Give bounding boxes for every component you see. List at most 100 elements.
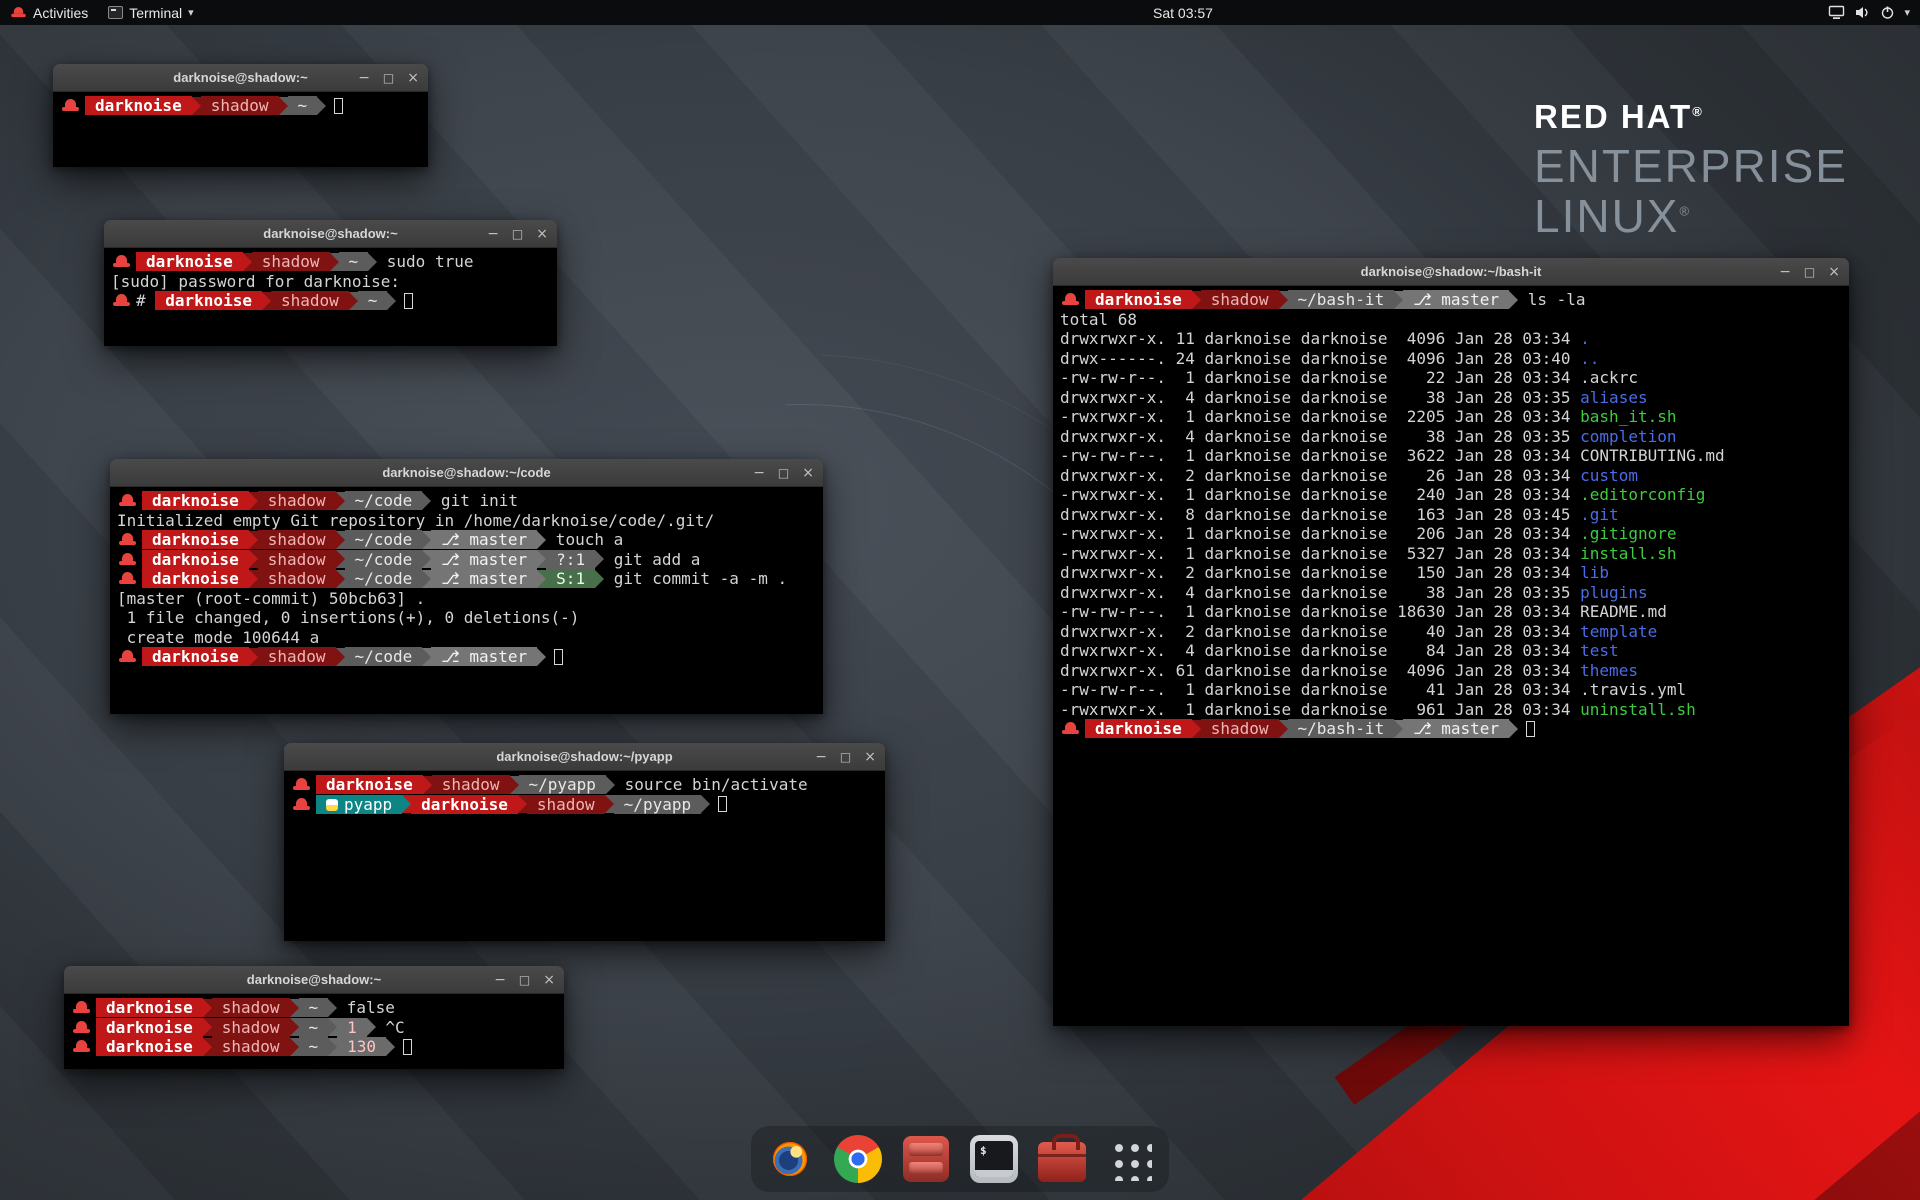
window-titlebar[interactable]: darknoise@shadow:~/code−□× — [110, 459, 823, 487]
terminal-text: total 68 — [1060, 310, 1137, 329]
ls-links: 1 — [1166, 544, 1195, 564]
ls-size: 22 — [1388, 368, 1446, 388]
terminal-line: -rwxrwxr-x.1 darknoise darknoise5327 Jan… — [1060, 544, 1842, 564]
terminal-line: darknoiseshadow~/code⎇ master touch a — [117, 530, 816, 550]
maximize-button[interactable]: □ — [1804, 266, 1815, 278]
ls-size: 41 — [1388, 680, 1446, 700]
minimize-button[interactable]: − — [494, 973, 506, 987]
power-icon — [1880, 5, 1895, 20]
prompt-path-segment: ~ — [288, 96, 318, 115]
close-button[interactable]: × — [536, 227, 548, 241]
dock-chrome-icon[interactable] — [833, 1134, 883, 1184]
prompt-user-segment: darknoise — [1085, 290, 1192, 309]
terminal-line: darknoiseshadow~1 ^C — [71, 1018, 557, 1038]
powerline-separator-icon — [203, 1018, 212, 1036]
terminal-content[interactable]: darknoiseshadow~ sudo true[sudo] passwor… — [104, 248, 557, 346]
terminal-content[interactable]: darknoiseshadow~ falsedarknoiseshadow~1 … — [64, 994, 564, 1069]
maximize-button[interactable]: □ — [778, 467, 789, 479]
minimize-button[interactable]: − — [753, 466, 765, 480]
terminal-line: total 68 — [1060, 310, 1842, 330]
ls-owner-group: darknoise darknoise — [1195, 563, 1388, 583]
terminal-text: source bin/activate — [615, 775, 808, 794]
ls-permissions: drwxrwxr-x. — [1060, 583, 1166, 603]
terminal-line: -rwxrwxr-x.1 darknoise darknoise2205 Jan… — [1060, 407, 1842, 427]
powerline-separator-icon — [1394, 720, 1403, 738]
powerline-separator-icon — [537, 570, 546, 588]
red-hat-icon — [293, 778, 310, 791]
ls-permissions: drwxrwxr-x. — [1060, 622, 1166, 642]
ls-links: 1 — [1166, 446, 1195, 466]
red-hat-icon — [113, 255, 130, 268]
maximize-button[interactable]: □ — [519, 974, 530, 986]
prompt-exit-code-segment: 130 — [337, 1037, 386, 1056]
close-button[interactable]: × — [802, 466, 814, 480]
terminal-line: -rwxrwxr-x.1 darknoise darknoise240 Jan … — [1060, 485, 1842, 505]
ls-permissions: -rw-rw-r--. — [1060, 680, 1166, 700]
prompt-user-segment: darknoise — [96, 1018, 203, 1037]
window-titlebar[interactable]: darknoise@shadow:~−□× — [64, 966, 564, 994]
terminal-screen: $ — [975, 1141, 1013, 1177]
powerline-separator-icon — [595, 570, 604, 588]
dock-toolbox-icon[interactable] — [1037, 1134, 1087, 1184]
terminal-content[interactable]: darknoiseshadow~ — [53, 92, 428, 167]
system-menu[interactable]: ▾ — [1818, 0, 1920, 25]
prompt-path-segment: ~ — [299, 998, 329, 1017]
ls-links: 1 — [1166, 407, 1195, 427]
window-titlebar[interactable]: darknoise@shadow:~/pyapp−□× — [284, 743, 885, 771]
maximize-button[interactable]: □ — [840, 751, 851, 763]
terminal-line: darknoiseshadow~ — [60, 96, 421, 116]
app-menu-terminal[interactable]: Terminal ▾ — [98, 0, 203, 25]
window-titlebar[interactable]: darknoise@shadow:~/bash-it−□× — [1053, 258, 1849, 286]
dock-app-grid-icon[interactable] — [1105, 1134, 1155, 1184]
prompt-git-status-segment: S:1 — [546, 569, 595, 588]
powerline-separator-icon — [317, 97, 326, 115]
file-name: uninstall.sh — [1580, 700, 1696, 720]
ls-size: 26 — [1388, 466, 1446, 486]
prompt-venv-segment: pyapp — [316, 795, 402, 814]
prompt-host-segment: shadow — [252, 252, 330, 271]
ls-size: 5327 — [1388, 544, 1446, 564]
dock-terminal-icon[interactable]: $ — [969, 1134, 1019, 1184]
prompt-user-segment: darknoise — [142, 491, 249, 510]
minimize-button[interactable]: − — [358, 71, 370, 85]
terminal-line: create mode 100644 a — [117, 628, 816, 648]
terminal-text: false — [337, 998, 395, 1017]
minimize-button[interactable]: − — [487, 227, 499, 241]
terminal-content[interactable]: darknoiseshadow~/code git initInitialize… — [110, 487, 823, 714]
ls-permissions: drwxrwxr-x. — [1060, 661, 1166, 681]
close-button[interactable]: × — [1828, 265, 1840, 279]
ls-size: 961 — [1388, 700, 1446, 720]
ls-size: 38 — [1388, 427, 1446, 447]
window-titlebar[interactable]: darknoise@shadow:~−□× — [104, 220, 557, 248]
terminal-window-4: darknoise@shadow:~/pyapp−□×darknoiseshad… — [284, 743, 885, 941]
ls-permissions: -rw-rw-r--. — [1060, 602, 1166, 622]
minimize-button[interactable]: − — [815, 750, 827, 764]
powerline-separator-icon — [1192, 720, 1201, 738]
window-titlebar[interactable]: darknoise@shadow:~−□× — [53, 64, 428, 92]
ls-links: 1 — [1166, 368, 1195, 388]
file-name: README.md — [1580, 602, 1667, 622]
activities-button[interactable]: Activities — [0, 0, 98, 25]
close-button[interactable]: × — [864, 750, 876, 764]
file-name: custom — [1580, 466, 1638, 486]
app-menu-label: Terminal — [129, 5, 182, 21]
powerline-separator-icon — [243, 253, 252, 271]
close-button[interactable]: × — [407, 71, 419, 85]
ls-links: 2 — [1166, 563, 1195, 583]
dock-firefox-icon[interactable] — [765, 1134, 815, 1184]
terminal-content[interactable]: darknoiseshadow~/pyapp source bin/activa… — [284, 771, 885, 941]
close-button[interactable]: × — [543, 973, 555, 987]
dock-file-manager-icon[interactable] — [901, 1134, 951, 1184]
terminal-content[interactable]: darknoiseshadow~/bash-it⎇ master ls -lat… — [1053, 286, 1849, 1026]
file-name: .gitignore — [1580, 524, 1676, 544]
ls-owner-group: darknoise darknoise — [1195, 641, 1388, 661]
terminal-line: darknoiseshadow~/code git init — [117, 491, 816, 511]
maximize-button[interactable]: □ — [383, 72, 394, 84]
volume-icon — [1854, 5, 1871, 20]
clock[interactable]: Sat 03:57 — [1153, 5, 1213, 21]
maximize-button[interactable]: □ — [512, 228, 523, 240]
powerline-separator-icon — [537, 550, 546, 568]
window-controls: − □ × — [815, 743, 876, 770]
minimize-button[interactable]: − — [1779, 265, 1791, 279]
prompt-user-segment: darknoise — [142, 530, 249, 549]
